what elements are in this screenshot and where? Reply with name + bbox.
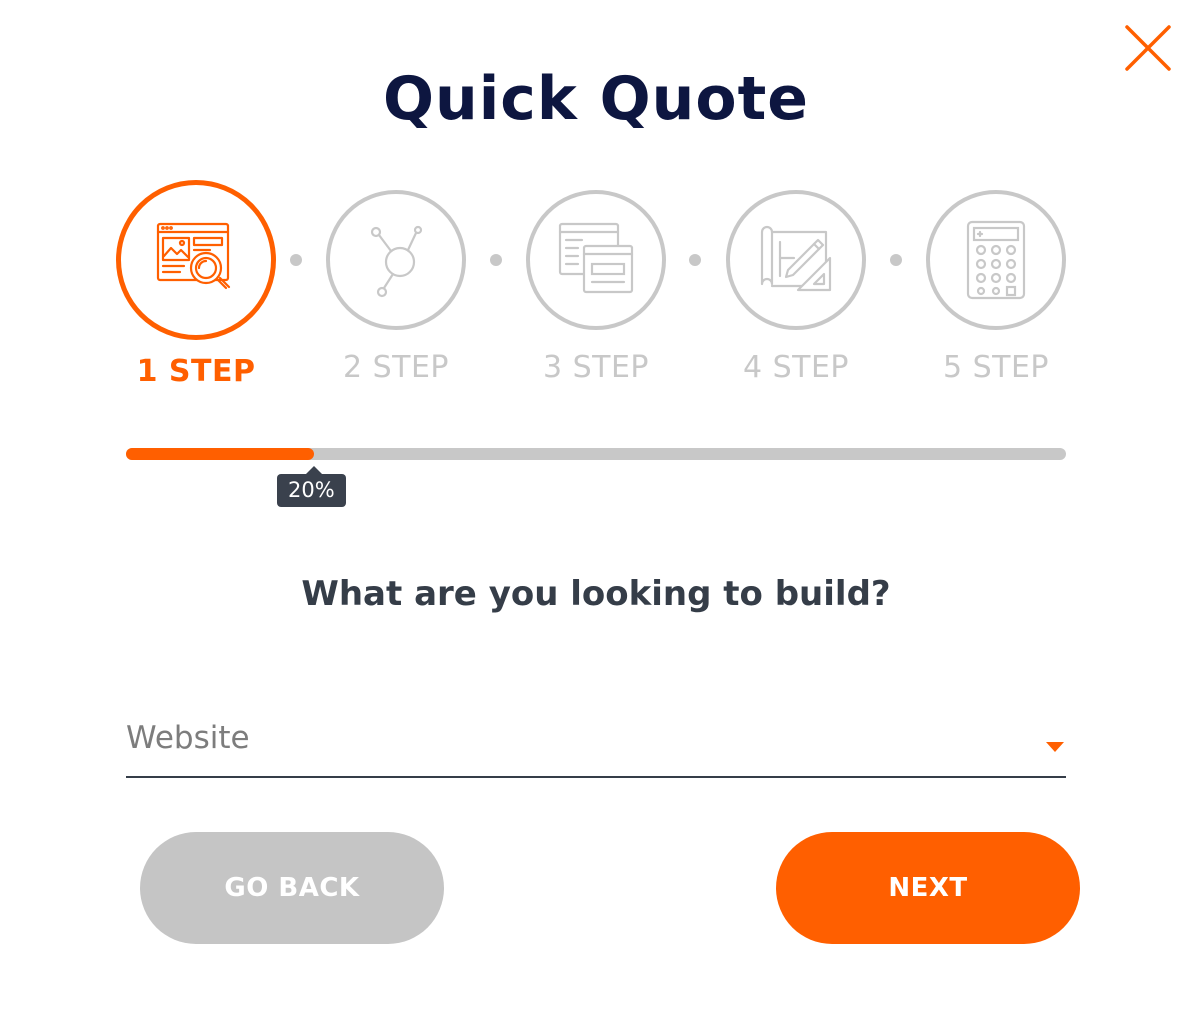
modal-title: Quick Quote xyxy=(383,64,809,134)
step-3-label: 3 STEP xyxy=(542,350,650,385)
step-5-ring xyxy=(926,190,1066,330)
caret-down-icon xyxy=(1046,742,1064,752)
build-type-select[interactable]: Website xyxy=(126,712,1066,778)
step-1-label: 1 STEP xyxy=(136,354,256,389)
step-4-ring xyxy=(726,190,866,330)
blueprint-design-icon xyxy=(760,225,832,292)
go-back-button[interactable]: GO BACK xyxy=(140,832,444,944)
quick-quote-modal: Quick Quote 1 STEP 2 STEP 3 STEP 4 STEP … xyxy=(0,0,1192,1017)
step-4[interactable]: 4 STEP xyxy=(706,190,886,385)
calculator-icon xyxy=(966,220,1026,300)
progress-bar xyxy=(126,448,1066,460)
step-1[interactable]: 1 STEP xyxy=(106,180,286,389)
step-separator xyxy=(490,254,502,266)
step-5[interactable]: 5 STEP xyxy=(906,190,1086,385)
network-nodes-icon xyxy=(370,225,423,298)
step-2-ring xyxy=(326,190,466,330)
question-heading: What are you looking to build? xyxy=(301,574,891,614)
step-separator xyxy=(890,254,902,266)
step-separator xyxy=(689,254,701,266)
build-type-selected-value: Website xyxy=(126,720,250,756)
step-separator xyxy=(290,254,302,266)
browser-windows-icon xyxy=(558,222,634,294)
step-indicator: 1 STEP 2 STEP 3 STEP 4 STEP 5 STEP xyxy=(0,180,1192,400)
step-2[interactable]: 2 STEP xyxy=(306,190,486,385)
progress-percent-tooltip: 20% xyxy=(277,466,346,507)
step-1-ring xyxy=(116,180,276,340)
step-3-ring xyxy=(526,190,666,330)
step-4-label: 4 STEP xyxy=(742,350,850,385)
step-3[interactable]: 3 STEP xyxy=(506,190,686,385)
next-button[interactable]: NEXT xyxy=(776,832,1080,944)
step-2-label: 2 STEP xyxy=(342,350,450,385)
progress-fill xyxy=(126,448,314,460)
website-search-icon xyxy=(156,222,231,290)
step-5-label: 5 STEP xyxy=(942,350,1050,385)
